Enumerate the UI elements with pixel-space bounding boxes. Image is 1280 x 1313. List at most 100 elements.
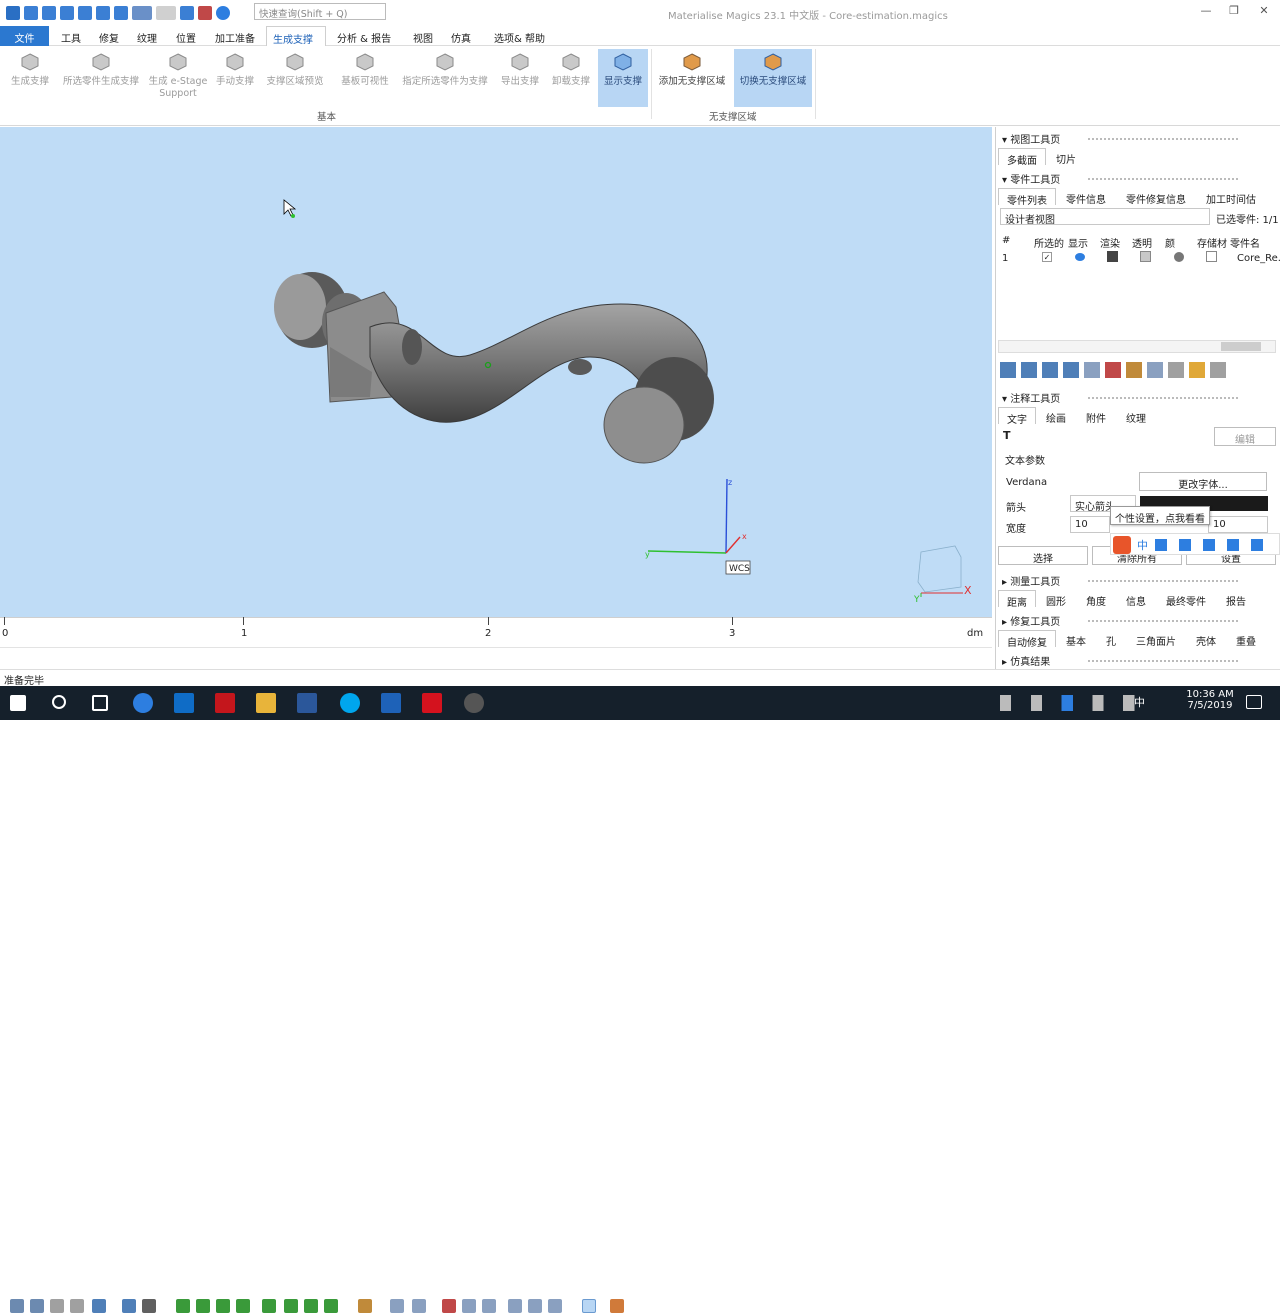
- import-icon[interactable]: [96, 6, 110, 20]
- tab-slice[interactable]: 切片: [1048, 148, 1084, 166]
- expand-mark-icon[interactable]: [528, 1299, 542, 1313]
- tab-texture[interactable]: 纹理: [1118, 407, 1154, 425]
- menu-tools[interactable]: 工具: [55, 26, 87, 46]
- unload-support-button[interactable]: 卸载支撑: [548, 49, 594, 107]
- menu-analysis-report[interactable]: 分析 & 报告: [331, 26, 397, 46]
- zoom-window-icon[interactable]: [30, 1299, 44, 1313]
- row-selected-checkbox[interactable]: ✓: [1042, 252, 1052, 262]
- tab-info[interactable]: 信息: [1118, 590, 1154, 608]
- highlight-icon[interactable]: [582, 1299, 596, 1313]
- perspective-icon[interactable]: [122, 1299, 136, 1313]
- width-input[interactable]: 10: [1070, 516, 1110, 533]
- invert-mark-icon[interactable]: [508, 1299, 522, 1313]
- shrink-mark-icon[interactable]: [548, 1299, 562, 1313]
- task-view-icon[interactable]: [92, 695, 108, 711]
- view-select-dropdown[interactable]: 设计者视图: [1000, 208, 1210, 226]
- color-swatch[interactable]: [1174, 252, 1184, 262]
- material-icon[interactable]: [1206, 251, 1217, 262]
- mark-as-support-button[interactable]: 指定所选零件为支撑: [398, 49, 492, 107]
- tab-attachment[interactable]: 附件: [1078, 407, 1114, 425]
- 3d-viewport[interactable]: z x y WCS X Y: [0, 127, 992, 617]
- horizontal-scrollbar[interactable]: [998, 340, 1276, 353]
- part-tool-icon-6[interactable]: [1105, 362, 1121, 378]
- menu-options-help[interactable]: 选项& 帮助: [488, 26, 551, 46]
- plane-select-icon[interactable]: [236, 1299, 250, 1313]
- part-tool-icon-3[interactable]: [1042, 362, 1058, 378]
- generate-support-button[interactable]: 生成支撑: [6, 49, 54, 107]
- generate-selected-support-button[interactable]: 所选零件生成支撑: [58, 49, 144, 107]
- show-support-button[interactable]: 显示支撑: [598, 49, 648, 107]
- annotation-toolbar-header[interactable]: ▾ 注释工具页: [998, 390, 1238, 406]
- unselect-icon[interactable]: [198, 6, 212, 20]
- clock[interactable]: 10:36 AM 7/5/2019: [1186, 689, 1234, 711]
- restore-button[interactable]: ❐: [1224, 4, 1244, 20]
- mark-shell-icon[interactable]: [462, 1299, 476, 1313]
- select-mode-icon[interactable]: [180, 6, 194, 20]
- tab-angle[interactable]: 角度: [1078, 590, 1114, 608]
- minimize-button[interactable]: —: [1196, 4, 1216, 20]
- rendering-icon[interactable]: [610, 1299, 624, 1313]
- part-tool-icon-7[interactable]: [1126, 362, 1142, 378]
- tab-distance[interactable]: 距离: [998, 590, 1036, 609]
- edit-button[interactable]: 编辑: [1214, 427, 1276, 446]
- view-cube-icon[interactable]: [917, 545, 962, 593]
- platform-visibility-button[interactable]: 基板可视性: [336, 49, 394, 107]
- menu-generate-support[interactable]: 生成支撑: [266, 26, 326, 46]
- change-font-button[interactable]: 更改字体...: [1139, 472, 1267, 491]
- menu-build-prep[interactable]: 加工准备: [209, 26, 261, 46]
- save-icon[interactable]: [60, 6, 74, 20]
- support-area-preview-button[interactable]: 支撑区域预览: [262, 49, 328, 107]
- file-explorer-icon[interactable]: [256, 693, 276, 713]
- mark-surface-icon[interactable]: [482, 1299, 496, 1313]
- add-nosupport-area-button[interactable]: 添加无支撑区域: [654, 49, 730, 107]
- tab-part-fix-info[interactable]: 零件修复信息: [1118, 188, 1194, 206]
- magics-icon[interactable]: [381, 693, 401, 713]
- menu-simulation[interactable]: 仿真: [445, 26, 477, 46]
- brush-select-icon[interactable]: [284, 1299, 298, 1313]
- tab-holes[interactable]: 孔: [1098, 630, 1124, 648]
- zoom-icon[interactable]: [10, 1299, 24, 1313]
- app-gray-icon[interactable]: [464, 693, 484, 713]
- outlook-icon[interactable]: [174, 693, 194, 713]
- export-icon[interactable]: [114, 6, 128, 20]
- tab-multi-section[interactable]: 多截面: [998, 148, 1046, 167]
- shading-icon[interactable]: [142, 1299, 156, 1313]
- tab-circle[interactable]: 圆形: [1038, 590, 1074, 608]
- size-input[interactable]: 10: [1208, 516, 1268, 533]
- tab-draw[interactable]: 绘画: [1038, 407, 1074, 425]
- tab-part-info[interactable]: 零件信息: [1058, 188, 1114, 206]
- tab-overlap[interactable]: 重叠: [1228, 630, 1266, 647]
- lasso-select-icon[interactable]: [304, 1299, 318, 1313]
- parts-toolbar-header[interactable]: ▾ 零件工具页: [998, 171, 1238, 187]
- estage-support-button[interactable]: 生成 e-Stage Support: [148, 49, 208, 107]
- quick-search-icon[interactable]: [216, 6, 230, 20]
- unmark-icon[interactable]: [412, 1299, 426, 1313]
- part-model[interactable]: z x y WCS X Y: [0, 127, 992, 617]
- menu-file[interactable]: 文件: [0, 26, 49, 46]
- tab-part-list[interactable]: 零件列表: [998, 188, 1056, 207]
- repair-toolbar-header[interactable]: ▸ 修复工具页: [998, 613, 1238, 629]
- pan-icon[interactable]: [50, 1299, 64, 1313]
- app-red-icon[interactable]: [215, 693, 235, 713]
- view-toolbar-header[interactable]: ▾ 视图工具页: [998, 131, 1238, 147]
- manual-support-button[interactable]: 手动支撑: [212, 49, 258, 107]
- edge-icon[interactable]: [133, 693, 153, 713]
- ime-tools-icon[interactable]: [1155, 539, 1275, 551]
- delete-marked-icon[interactable]: [442, 1299, 456, 1313]
- tab-auto-fix[interactable]: 自动修复: [998, 630, 1056, 649]
- undo-icon[interactable]: [132, 6, 152, 20]
- mark-icon[interactable]: [390, 1299, 404, 1313]
- menu-fix[interactable]: 修复: [93, 26, 125, 46]
- part-tool-icon-5[interactable]: [1084, 362, 1100, 378]
- tab-build-time[interactable]: 加工时间估: [1198, 188, 1264, 206]
- eye-icon[interactable]: [1075, 253, 1085, 261]
- search-icon[interactable]: [52, 695, 66, 709]
- ime-taskbar-label[interactable]: 中: [1134, 694, 1145, 710]
- new-file-icon[interactable]: [24, 6, 38, 20]
- toggle-nosupport-area-button[interactable]: 切换无支撑区域: [734, 49, 812, 107]
- part-tool-icon-8[interactable]: [1147, 362, 1163, 378]
- menu-position[interactable]: 位置: [170, 26, 202, 46]
- sogou-icon[interactable]: [1113, 536, 1131, 554]
- text-tool-icon[interactable]: T: [1003, 429, 1011, 442]
- measure-toolbar-header[interactable]: ▸ 测量工具页: [998, 573, 1238, 589]
